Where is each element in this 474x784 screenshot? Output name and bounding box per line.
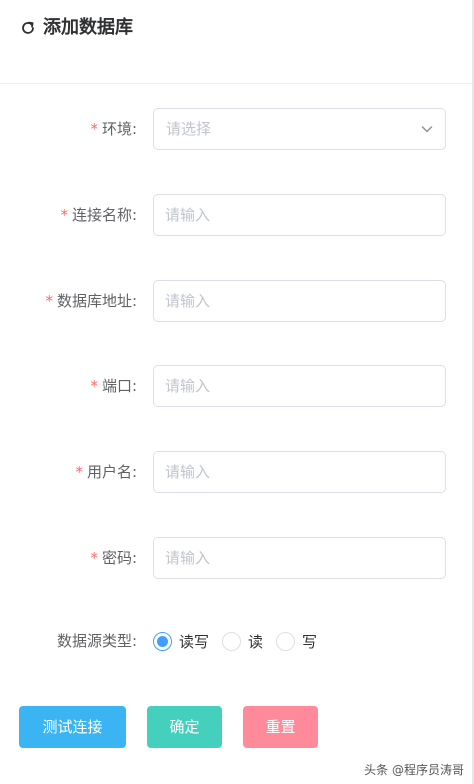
page-header: 添加数据库 (0, 0, 472, 84)
radio-read[interactable]: 读 (222, 620, 263, 662)
radio-label: 读 (248, 632, 264, 651)
radio-read-write[interactable]: 读写 (153, 620, 209, 662)
required-mark: * (60, 206, 68, 224)
radio-label: 写 (302, 632, 318, 651)
port-input[interactable] (165, 366, 415, 406)
environment-select[interactable]: 请选择 (153, 108, 446, 150)
password-input[interactable] (165, 538, 415, 578)
port-row: * 端口: (0, 365, 474, 407)
environment-row: * 环境: 请选择 (0, 108, 474, 150)
required-mark: * (75, 463, 83, 481)
radio-label: 读写 (179, 632, 210, 651)
db-address-label-text: 数据库地址: (56, 292, 137, 310)
required-mark: * (45, 292, 53, 310)
port-label: * 端口: (90, 365, 137, 407)
watermark: 头条 @程序员涛哥 (364, 763, 464, 777)
connection-name-label: * 连接名称: (60, 194, 137, 236)
radio-circle (276, 631, 295, 651)
test-connection-button[interactable]: 测试连接 (19, 706, 126, 748)
refresh-icon[interactable] (20, 20, 36, 36)
radio-circle (222, 631, 241, 651)
connection-name-row: * 连接名称: (0, 194, 474, 236)
db-address-field (153, 280, 446, 322)
required-mark: * (90, 377, 98, 395)
username-label-text: 用户名: (86, 463, 137, 481)
source-type-row: 数据源类型: 读写 读 写 (0, 620, 474, 662)
reset-button[interactable]: 重置 (243, 706, 318, 748)
username-input[interactable] (165, 452, 415, 492)
db-address-input[interactable] (165, 281, 415, 321)
username-row: * 用户名: (0, 451, 474, 493)
password-row: * 密码: (0, 537, 474, 579)
environment-placeholder: 请选择 (166, 120, 212, 138)
connection-name-field (153, 194, 446, 236)
environment-label: * 环境: (90, 108, 137, 150)
connection-name-label-text: 连接名称: (71, 206, 137, 224)
connection-name-input[interactable] (165, 195, 415, 235)
db-address-row: * 数据库地址: (0, 280, 474, 322)
port-label-text: 端口: (101, 377, 137, 395)
environment-label-text: 环境: (101, 120, 137, 138)
chevron-down-icon (421, 126, 433, 133)
password-label-text: 密码: (101, 549, 137, 567)
db-address-label: * 数据库地址: (45, 280, 137, 322)
confirm-button[interactable]: 确定 (147, 706, 222, 748)
radio-circle (153, 631, 172, 651)
add-database-page: 添加数据库 *环境: 请选择 *连接名称: *数据库地址: *端口: *用户名: (0, 0, 474, 784)
source-type-label: 数据源类型: (56, 632, 137, 650)
password-field (153, 537, 446, 579)
password-label: * 密码: (90, 537, 137, 579)
port-field (153, 365, 446, 407)
radio-write[interactable]: 写 (276, 620, 317, 662)
required-mark: * (90, 120, 98, 138)
required-mark: * (90, 549, 98, 567)
page-title: 添加数据库 (43, 17, 133, 38)
username-label: * 用户名: (75, 451, 137, 493)
username-field (153, 451, 446, 493)
